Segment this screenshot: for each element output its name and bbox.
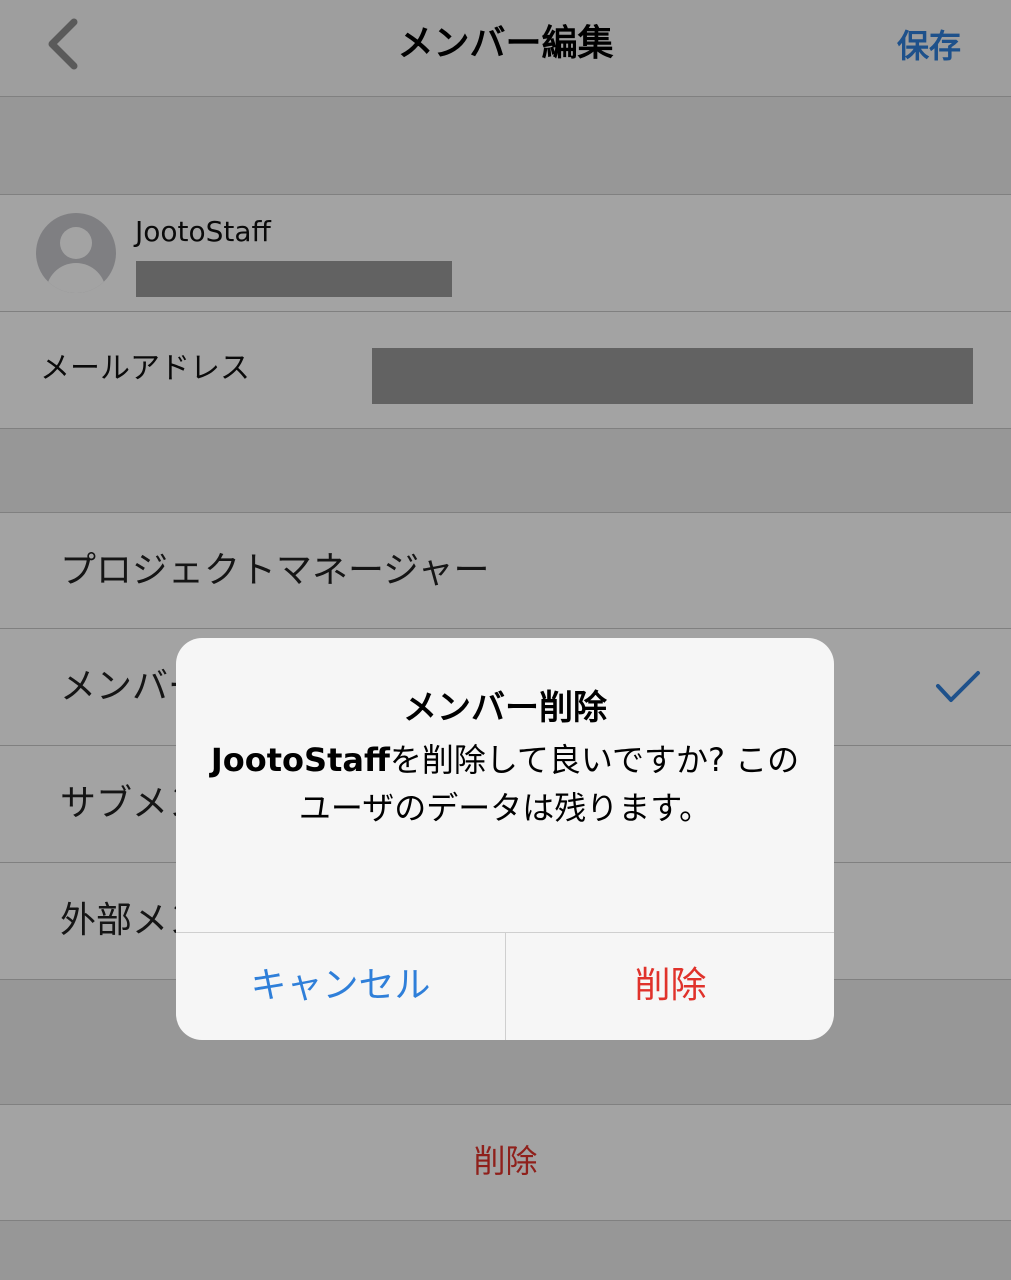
confirm-delete-button[interactable]: 削除 <box>506 932 834 1040</box>
cancel-button[interactable]: キャンセル <box>176 932 505 1040</box>
dialog-message: JootoStaffを削除して良いですか? このユーザのデータは残ります。 <box>206 736 804 832</box>
delete-confirm-dialog: メンバー削除 JootoStaffを削除して良いですか? このユーザのデータは残… <box>176 638 834 1040</box>
dialog-message-user: JootoStaff <box>210 741 390 779</box>
dialog-title: メンバー削除 <box>403 688 607 728</box>
